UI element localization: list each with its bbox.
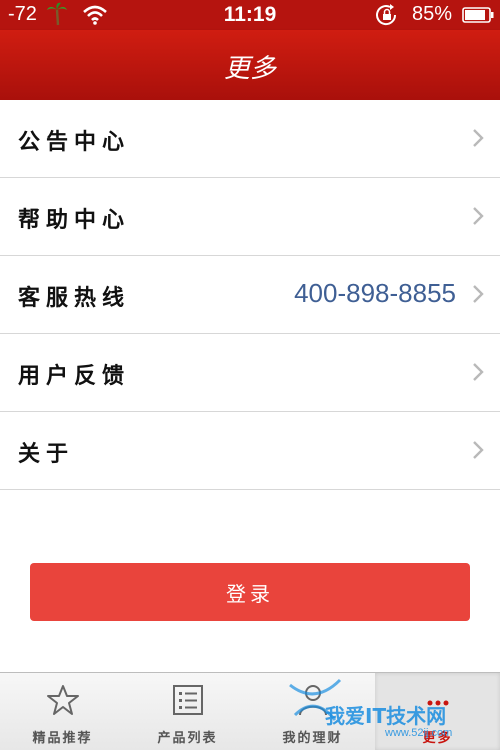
navigation-bar: 更多 <box>0 30 500 100</box>
battery-icon <box>462 7 494 23</box>
tab-bar: 精品推荐 产品列表 我的理财 更多 <box>0 672 500 750</box>
chevron-right-icon <box>473 285 484 303</box>
chevron-right-icon <box>473 129 484 147</box>
menu-item-announcements[interactable]: 公告中心 <box>0 100 500 178</box>
menu-item-feedback[interactable]: 用户反馈 <box>0 334 500 412</box>
chevron-right-icon <box>473 207 484 225</box>
chevron-right-icon <box>473 363 484 381</box>
hotline-number[interactable]: 400-898-8855 <box>294 278 456 309</box>
more-icon <box>427 700 448 706</box>
tab-my-finance[interactable]: 我的理财 <box>250 673 375 750</box>
menu-item-label: 客服热线 <box>18 285 131 311</box>
tab-featured[interactable]: 精品推荐 <box>0 673 125 750</box>
menu-item-service-hotline[interactable]: 客服热线 400-898-8855 <box>0 256 500 334</box>
chevron-right-icon <box>473 441 484 459</box>
user-icon <box>298 685 327 716</box>
login-button[interactable]: 登录 <box>30 563 470 621</box>
list-icon <box>172 685 203 715</box>
tab-label: 我的理财 <box>282 731 343 746</box>
star-icon <box>46 685 79 715</box>
tab-label: 更多 <box>422 731 453 746</box>
battery-percentage: 85% <box>412 3 453 25</box>
page-title: 更多 <box>223 54 276 84</box>
menu-item-label: 公告中心 <box>18 129 131 155</box>
menu-item-label: 帮助中心 <box>18 207 131 233</box>
tab-product-list[interactable]: 产品列表 <box>125 673 250 750</box>
menu-list: 公告中心 帮助中心 客服热线 400-898-8855 用户反馈 关于 <box>0 100 500 490</box>
status-bar: -72 11:19 85% <box>0 0 500 30</box>
rotation-lock-icon <box>376 4 397 26</box>
tab-label: 精品推荐 <box>32 731 93 746</box>
tab-label: 产品列表 <box>157 731 218 746</box>
menu-item-label: 用户反馈 <box>18 363 131 389</box>
menu-item-help-center[interactable]: 帮助中心 <box>0 178 500 256</box>
menu-item-label: 关于 <box>18 441 75 467</box>
tab-more[interactable]: 更多 <box>375 673 500 750</box>
menu-item-about[interactable]: 关于 <box>0 412 500 490</box>
